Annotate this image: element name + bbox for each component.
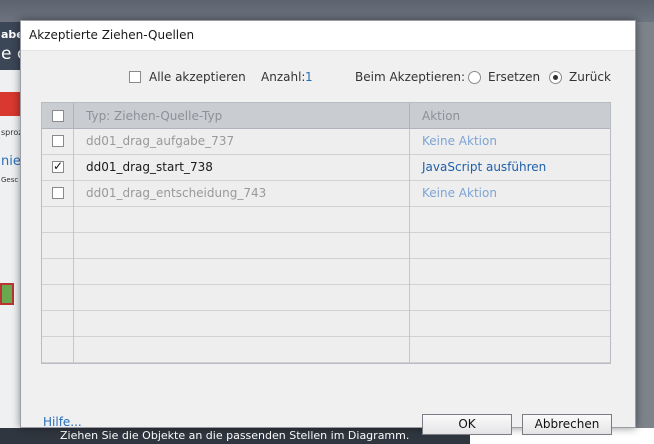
replace-radio-label[interactable]: Ersetzen	[488, 70, 540, 84]
replace-radio[interactable]	[468, 71, 481, 84]
back-radio-label[interactable]: Zurück	[569, 70, 611, 84]
drag-sources-table: Typ: Ziehen-Quelle-Typ Aktion dd01_drag_…	[41, 102, 611, 364]
table-header: Typ: Ziehen-Quelle-Typ Aktion	[42, 103, 610, 129]
dialog-titlebar[interactable]: Akzeptierte Ziehen-Quellen	[21, 21, 635, 51]
on-accept-label: Beim Akzeptieren:	[355, 70, 466, 84]
accept-all-checkbox[interactable]	[129, 71, 141, 83]
header-action-label: Aktion	[422, 109, 461, 123]
row-checkbox[interactable]	[52, 135, 64, 147]
row-action-link[interactable]: JavaScript ausführen	[422, 155, 546, 180]
table-row-empty	[42, 311, 610, 337]
table-row[interactable]: dd01_drag_start_738 JavaScript ausführen	[42, 155, 610, 181]
bg-fragment: Gesc	[1, 176, 19, 184]
header-select-all-cell	[42, 103, 73, 129]
table-row[interactable]: dd01_drag_entscheidung_743 Keine Aktion	[42, 181, 610, 207]
table-row-empty	[42, 259, 610, 285]
accepted-drag-sources-dialog: Akzeptierte Ziehen-Quellen Alle akzeptie…	[20, 20, 636, 435]
row-checkbox[interactable]	[52, 187, 64, 199]
header-type-column[interactable]: Typ: Ziehen-Quelle-Typ	[73, 103, 409, 129]
row-source-name: dd01_drag_aufgabe_737	[86, 134, 235, 148]
row-source-name: dd01_drag_start_738	[86, 160, 213, 174]
help-link[interactable]: Hilfe...	[43, 415, 82, 429]
count-value: 1	[305, 70, 313, 84]
table-body: dd01_drag_aufgabe_737Keine Aktiondd01_dr…	[42, 129, 610, 363]
table-row[interactable]: dd01_drag_aufgabe_737 Keine Aktion	[42, 129, 610, 155]
background-right-strip	[636, 22, 654, 444]
table-row-empty	[42, 207, 610, 233]
background-green-shape	[0, 283, 14, 305]
accept-all-label[interactable]: Alle akzeptieren	[149, 70, 246, 84]
ok-button[interactable]: OK	[422, 414, 512, 435]
row-action-link[interactable]: Keine Aktion	[422, 181, 497, 206]
row-action-link[interactable]: Keine Aktion	[422, 129, 497, 154]
table-row-empty	[42, 285, 610, 311]
table-row-empty	[42, 233, 610, 259]
count-label: Anzahl:	[261, 70, 306, 84]
header-action-column[interactable]: Aktion	[409, 103, 610, 129]
options-row: Alle akzeptieren Anzahl: 1 Beim Akzeptie…	[21, 69, 635, 87]
dialog-title: Akzeptierte Ziehen-Quellen	[29, 28, 195, 42]
row-source-name: dd01_drag_entscheidung_743	[86, 186, 267, 200]
background-red-block	[0, 92, 22, 116]
background-left-header: aber e c	[0, 22, 29, 70]
row-checkbox[interactable]	[52, 159, 64, 173]
background-hint-text: Ziehen Sie die Objekte an die passenden …	[60, 429, 410, 442]
bg-fragment: nie	[1, 154, 21, 169]
header-type-label: Typ: Ziehen-Quelle-Typ	[86, 109, 223, 123]
cancel-button[interactable]: Abbrechen	[522, 414, 612, 435]
dialog-body: Alle akzeptieren Anzahl: 1 Beim Akzeptie…	[21, 51, 635, 435]
background-left-panel	[0, 22, 22, 444]
header-select-all-checkbox[interactable]	[52, 110, 64, 122]
back-radio[interactable]	[549, 71, 562, 84]
table-row-empty	[42, 337, 610, 363]
